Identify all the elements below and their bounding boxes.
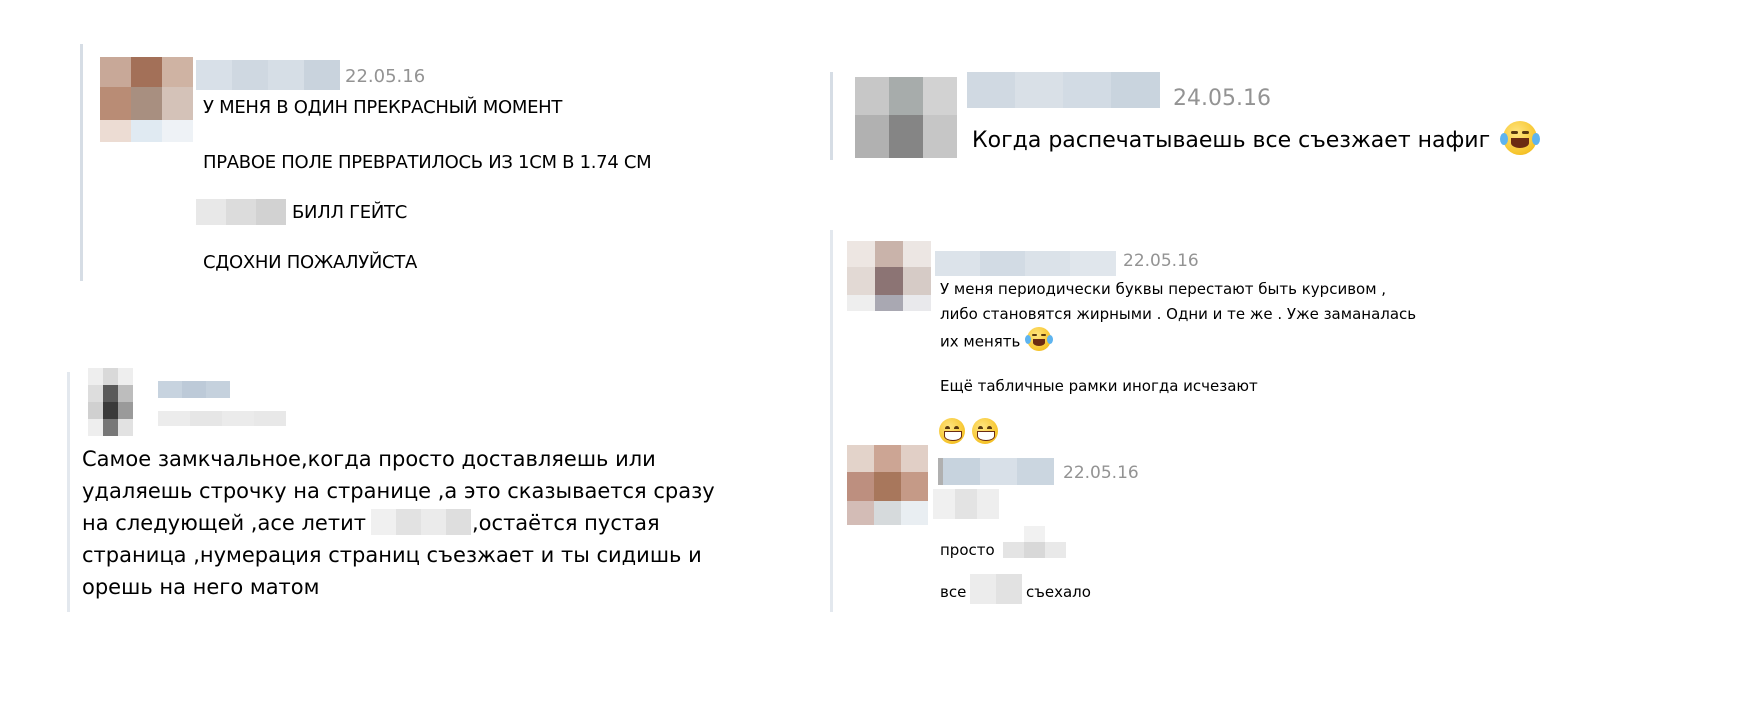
quote-bar xyxy=(67,372,70,612)
message-line: их менять xyxy=(940,332,1021,351)
author-name-redacted[interactable] xyxy=(935,251,1116,276)
message-line: на следующей ,асе летит xyxy=(82,511,366,535)
quote-bar xyxy=(830,230,833,612)
post-date-redacted xyxy=(158,411,286,426)
quote-bar xyxy=(80,44,83,281)
author-name-redacted[interactable] xyxy=(938,458,1054,485)
message-line: просто xyxy=(940,541,995,559)
avatar[interactable] xyxy=(855,77,957,158)
redacted-word xyxy=(196,199,286,225)
author-name-redacted[interactable] xyxy=(196,60,340,90)
face-with-tears-of-joy-icon xyxy=(1500,121,1541,155)
avatar[interactable] xyxy=(847,445,928,525)
message-line: страница ,нумерация страниц съезжает и т… xyxy=(82,543,702,567)
post-date: 24.05.16 xyxy=(1173,86,1271,111)
quote-bar xyxy=(830,72,833,160)
message-line: удаляешь строчку на странице ,а это сказ… xyxy=(82,479,715,503)
message-line: У меня периодически буквы перестают быть… xyxy=(940,280,1387,298)
message-text: Когда распечатываешь все съезжает нафиг xyxy=(972,121,1541,158)
message-line: СДОХНИ ПОЖАЛУЙСТА xyxy=(203,252,418,273)
grinning-face-icon xyxy=(972,418,999,444)
post-date: 22.05.16 xyxy=(1123,251,1199,271)
avatar[interactable] xyxy=(88,368,133,436)
message-line: съехало xyxy=(1026,583,1091,601)
message-line: У МЕНЯ В ОДИН ПРЕКРАСНЫЙ МОМЕНТ xyxy=(203,97,563,118)
author-name-redacted[interactable] xyxy=(158,381,230,398)
avatar[interactable] xyxy=(100,57,193,142)
emoji-row xyxy=(939,418,999,444)
avatar[interactable] xyxy=(847,241,931,311)
message-line: либо становятся жирными . Одни и те же .… xyxy=(940,305,1417,323)
post-date: 22.05.16 xyxy=(345,66,426,87)
redacted-word xyxy=(371,509,471,535)
message-line: все xyxy=(940,583,967,601)
grinning-face-icon xyxy=(939,418,965,444)
message-line: ПРАВОЕ ПОЛЕ ПРЕВРАТИЛОСЬ ИЗ 1СМ В 1.74 С… xyxy=(203,152,652,173)
message-line: БИЛЛ ГЕЙТС xyxy=(292,202,407,223)
message-text: их менять xyxy=(940,327,1054,354)
post-date: 22.05.16 xyxy=(1063,463,1139,483)
message-line: Ещё табличные рамки иногда исчезают xyxy=(940,377,1258,395)
redacted-word xyxy=(970,574,1022,604)
message-line: ,остаётся пустая xyxy=(472,511,660,535)
message-line: Самое замкчальное,когда просто доставляе… xyxy=(82,447,656,471)
author-name-redacted[interactable] xyxy=(967,72,1160,108)
face-with-tears-of-joy-icon xyxy=(1025,327,1054,351)
message-line: Когда распечатываешь все съезжает нафиг xyxy=(972,128,1491,153)
message-line: орешь на него матом xyxy=(82,575,320,599)
redacted-word xyxy=(1003,526,1066,558)
redacted-line xyxy=(933,489,999,519)
